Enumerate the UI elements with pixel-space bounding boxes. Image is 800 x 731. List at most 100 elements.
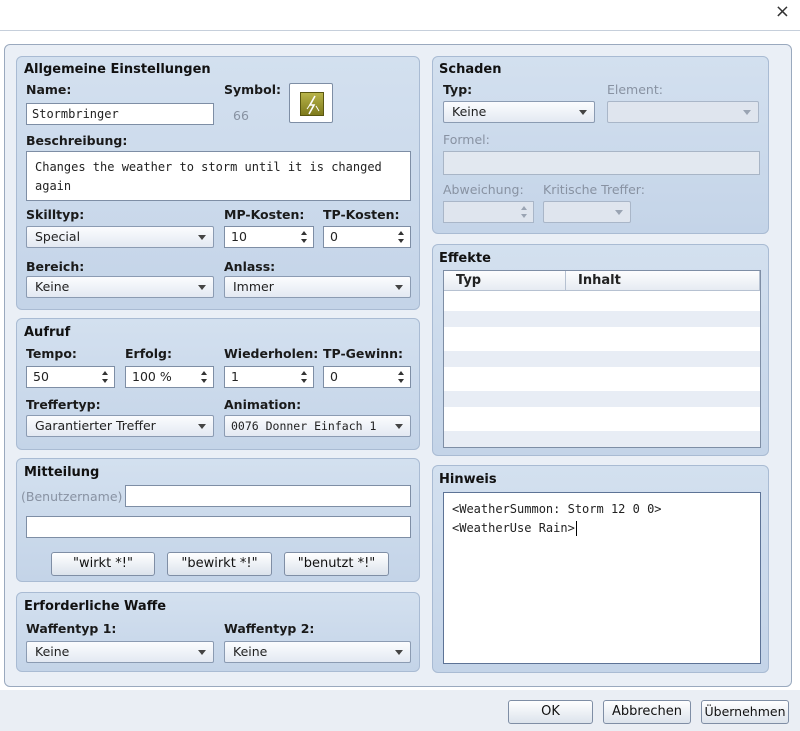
note-line-1: <WeatherSummon: Storm 12 0 0>	[452, 502, 662, 516]
critical-select[interactable]	[543, 201, 631, 223]
message-panel: Mitteilung (Benutzername) "wirkt *!" "be…	[16, 458, 420, 582]
table-row[interactable]	[444, 291, 760, 307]
weapon-type1-select[interactable]: Keine	[26, 641, 214, 663]
spin-down-icon[interactable]	[201, 379, 207, 383]
lightning-icon	[300, 92, 324, 116]
damage-type-select[interactable]: Keine	[443, 101, 595, 123]
ok-button[interactable]: OK	[508, 700, 593, 724]
chevron-down-icon	[395, 650, 403, 655]
occasion-label: Anlass:	[224, 259, 276, 274]
success-stepper[interactable]: 100 %	[125, 366, 214, 388]
message-line2-input[interactable]	[26, 516, 411, 538]
effects-title: Effekte	[439, 251, 491, 266]
table-row[interactable]	[444, 431, 760, 447]
speed-label: Tempo:	[26, 346, 77, 361]
table-row[interactable]	[444, 371, 760, 387]
effects-col-content[interactable]: Inhalt	[566, 271, 760, 291]
speed-stepper[interactable]: 50	[26, 366, 115, 388]
skilltype-value: Special	[35, 229, 81, 244]
chevron-down-icon	[615, 210, 623, 215]
spin-up-icon[interactable]	[102, 371, 108, 375]
general-settings-panel: Allgemeine Einstellungen Name: Stormbrin…	[16, 56, 420, 310]
name-label: Name:	[26, 82, 72, 97]
effects-table-header: Typ Inhalt	[444, 271, 760, 291]
note-line-2-text: <WeatherUse Rain>	[452, 521, 575, 535]
general-settings-title: Allgemeine Einstellungen	[24, 62, 211, 77]
formula-input[interactable]	[443, 151, 760, 175]
chevron-down-icon	[198, 285, 206, 290]
repeat-stepper[interactable]: 1	[224, 366, 314, 388]
effects-col-type[interactable]: Typ	[444, 271, 566, 291]
chevron-down-icon	[198, 650, 206, 655]
symbol-picker[interactable]	[289, 83, 333, 123]
close-icon[interactable]: ×	[775, 2, 790, 22]
name-input[interactable]: Stormbringer	[26, 103, 214, 125]
required-weapon-title: Erforderliche Waffe	[24, 599, 167, 614]
hittype-select[interactable]: Garantierter Treffer	[26, 415, 214, 437]
animation-label: Animation:	[224, 397, 302, 412]
damage-type-label: Typ:	[443, 82, 473, 97]
scope-value: Keine	[35, 279, 70, 294]
chevron-down-icon	[579, 110, 587, 115]
element-select[interactable]	[607, 101, 759, 123]
apply-button[interactable]: Übernehmen	[701, 700, 789, 724]
spin-up-icon[interactable]	[301, 371, 307, 375]
spin-down-icon[interactable]	[301, 379, 307, 383]
damage-type-value: Keine	[452, 104, 487, 119]
tp-cost-stepper[interactable]: 0	[323, 226, 411, 248]
spin-up-icon[interactable]	[398, 231, 404, 235]
description-label: Beschreibung:	[26, 133, 128, 148]
spin-down-icon[interactable]	[102, 379, 108, 383]
spin-up-icon[interactable]	[201, 371, 207, 375]
insert-benutzt-button[interactable]: "benutzt *!"	[284, 552, 389, 576]
success-label: Erfolg:	[125, 346, 172, 361]
invocation-panel: Aufruf Tempo: 50 Erfolg: 100 % Wiederhol…	[16, 318, 420, 450]
message-title: Mitteilung	[24, 465, 100, 480]
success-value: 100 %	[132, 369, 172, 384]
animation-value: 0076 Donner Einfach 1	[231, 419, 377, 433]
scope-select[interactable]: Keine	[26, 276, 214, 298]
spin-up-icon[interactable]	[521, 206, 527, 210]
table-row[interactable]	[444, 351, 760, 367]
spin-down-icon[interactable]	[398, 379, 404, 383]
tp-gain-label: TP-Gewinn:	[323, 346, 404, 361]
animation-select[interactable]: 0076 Donner Einfach 1	[224, 415, 411, 437]
scope-label: Bereich:	[26, 259, 85, 274]
username-label: (Benutzername)	[21, 489, 123, 504]
spin-down-icon[interactable]	[521, 214, 527, 218]
occasion-select[interactable]: Immer	[224, 276, 411, 298]
critical-label: Kritische Treffer:	[543, 182, 645, 197]
required-weapon-panel: Erforderliche Waffe Waffentyp 1: Keine W…	[16, 592, 420, 672]
spin-down-icon[interactable]	[301, 239, 307, 243]
cancel-button[interactable]: Abbrechen	[603, 700, 691, 724]
spin-up-icon[interactable]	[301, 231, 307, 235]
chevron-down-icon	[198, 424, 206, 429]
note-input[interactable]: <WeatherSummon: Storm 12 0 0> <WeatherUs…	[443, 492, 761, 664]
note-title: Hinweis	[439, 472, 497, 487]
table-row[interactable]	[444, 331, 760, 347]
table-row[interactable]	[444, 391, 760, 407]
speed-value: 50	[33, 369, 49, 384]
table-row[interactable]	[444, 411, 760, 427]
tp-gain-value: 0	[330, 369, 338, 384]
variance-label: Abweichung:	[443, 182, 524, 197]
tp-cost-value: 0	[330, 229, 338, 244]
tp-gain-stepper[interactable]: 0	[323, 366, 411, 388]
symbol-label: Symbol:	[224, 82, 281, 97]
title-divider	[0, 30, 800, 31]
variance-stepper[interactable]	[443, 201, 534, 223]
chevron-down-icon	[395, 285, 403, 290]
weapon-type2-select[interactable]: Keine	[224, 641, 411, 663]
invocation-title: Aufruf	[24, 325, 71, 340]
effects-table[interactable]: Typ Inhalt	[443, 270, 761, 448]
table-row[interactable]	[444, 311, 760, 327]
skilltype-select[interactable]: Special	[26, 226, 214, 248]
spin-up-icon[interactable]	[398, 371, 404, 375]
description-input[interactable]: Changes the weather to storm until it is…	[26, 151, 411, 201]
insert-wirkt-button[interactable]: "wirkt *!"	[51, 552, 155, 576]
weapon-type1-value: Keine	[35, 644, 70, 659]
spin-down-icon[interactable]	[398, 239, 404, 243]
mp-cost-stepper[interactable]: 10	[224, 226, 314, 248]
message-line1-input[interactable]	[125, 485, 411, 507]
insert-bewirkt-button[interactable]: "bewirkt *!"	[167, 552, 272, 576]
